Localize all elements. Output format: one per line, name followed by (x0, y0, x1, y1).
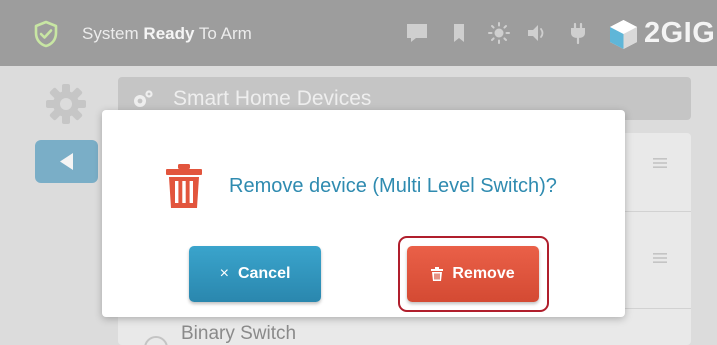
cancel-button[interactable]: × Cancel (189, 246, 321, 302)
brand-cube-icon (610, 20, 637, 49)
shield-check-icon (34, 20, 58, 48)
back-arrow-icon (60, 153, 73, 170)
back-button[interactable] (35, 140, 98, 183)
smart-home-devices-icon (134, 90, 153, 107)
close-icon: × (219, 265, 229, 282)
brightness-icon[interactable] (486, 21, 512, 45)
remove-device-dialog: Remove device (Multi Level Switch)? × Ca… (102, 110, 625, 317)
power-plug-icon[interactable] (565, 21, 591, 45)
device-name: Binary Switch (181, 323, 297, 344)
section-title: Smart Home Devices (173, 87, 372, 110)
message-icon[interactable] (404, 21, 430, 45)
drag-handle-icon[interactable] (653, 158, 667, 168)
trash-icon (166, 164, 202, 208)
settings-gear-icon[interactable] (44, 82, 88, 126)
drag-handle-icon[interactable] (653, 253, 667, 263)
trash-small-icon (431, 267, 444, 281)
volume-icon[interactable] (525, 21, 551, 45)
status-bar: System Ready To Arm 2GIG (0, 0, 717, 66)
cancel-button-label: Cancel (237, 265, 291, 282)
brand-logo: 2GIG (607, 16, 715, 52)
remove-button[interactable]: Remove (407, 246, 539, 302)
system-status-text: System Ready To Arm (82, 24, 252, 43)
bookmark-icon[interactable] (446, 21, 472, 45)
dialog-message: Remove device (Multi Level Switch)? (229, 175, 557, 197)
brand-name: 2GIG (644, 17, 716, 49)
remove-button-label: Remove (452, 265, 515, 282)
device-toggle[interactable] (144, 336, 168, 345)
